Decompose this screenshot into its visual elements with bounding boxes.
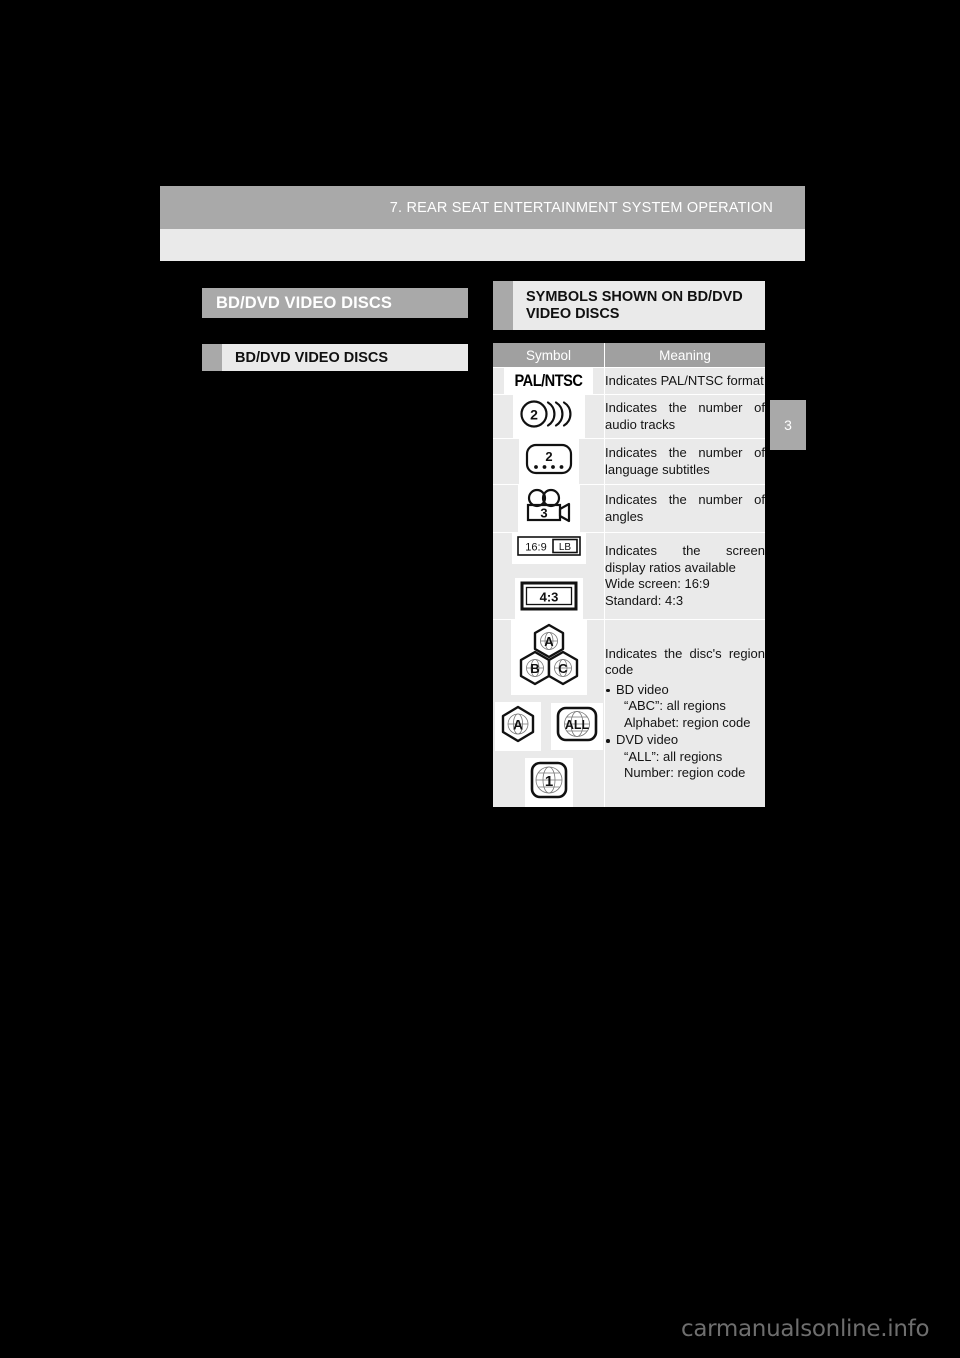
- meaning-cell-aspect-ratio: Indicates the screen display ratios avai…: [604, 532, 765, 620]
- bullet-dvd-line1: “ALL”: all regions: [624, 748, 723, 764]
- region-letter-a: A: [544, 634, 554, 649]
- camera-angles-icon: 3: [517, 485, 580, 532]
- region-a-label: A: [512, 717, 522, 733]
- page-header-subbar: [160, 229, 805, 261]
- aspect-ratio-4-3-icon: 4:3: [514, 578, 583, 619]
- left-column: BD/DVD VIDEO DISCS BD/DVD VIDEO DISCS: [202, 288, 468, 371]
- subtitles-count: 2: [545, 449, 552, 464]
- column-header-meaning: Meaning: [604, 343, 765, 368]
- language-subtitles-icon-glyph: 2: [525, 443, 572, 475]
- aspect-meaning-line2: Wide screen: 16:9: [605, 576, 710, 591]
- audio-tracks-count: 2: [530, 407, 538, 423]
- symbol-cell-aspect-ratio: 16:9 LB 4:3: [493, 532, 605, 620]
- region-letter-b: B: [530, 661, 539, 676]
- page-header-title: 7. REAR SEAT ENTERTAINMENT SYSTEM OPERAT…: [389, 199, 773, 216]
- page-header-bar: 7. REAR SEAT ENTERTAINMENT SYSTEM OPERAT…: [160, 186, 805, 229]
- column-header-symbol: Symbol: [493, 343, 605, 368]
- meaning-cell-region-code: Indicates the disc's region code BD vide…: [604, 619, 765, 807]
- region-a-glyph: A: [501, 705, 534, 743]
- table-row: 3 Indicates the number of angles: [493, 484, 765, 533]
- meaning-cell-language-subtitles: Indicates the number of language subtitl…: [604, 438, 765, 485]
- bullet-title-dvd-video: DVD video: [616, 732, 679, 747]
- region-code-all-icon: ALL: [550, 703, 603, 750]
- region-code-a-icon: A: [494, 702, 541, 751]
- table-row: PAL/NTSC Indicates PAL/NTSC format: [493, 367, 765, 395]
- heading-label: SYMBOLS SHOWN ON BD/DVD VIDEO DISCS: [526, 289, 743, 322]
- region-all-label: ALL: [564, 718, 589, 732]
- subsection-bd-dvd-video-discs: BD/DVD VIDEO DISCS: [202, 344, 468, 371]
- right-column: SYMBOLS SHOWN ON BD/DVD VIDEO DISCS Symb…: [493, 281, 765, 807]
- region-number-glyph: 1: [530, 761, 567, 799]
- region-all-glyph: ALL: [556, 706, 597, 742]
- symbol-cell-camera-angles: 3: [493, 484, 605, 533]
- symbol-cell-language-subtitles: 2: [493, 438, 605, 485]
- region-code-number-icon: 1: [524, 758, 573, 807]
- region-abc-glyph: A B C: [519, 623, 578, 686]
- symbol-cell-audio-tracks: 2: [493, 394, 605, 439]
- region-number-label: 1: [544, 773, 552, 790]
- region-code-abc-icon: A B C: [510, 620, 587, 695]
- subsection-marker: [202, 344, 222, 371]
- pal-ntsc-icon-label: PAL/NTSC: [514, 371, 583, 390]
- aspect-lb-label: LB: [558, 542, 571, 553]
- symbol-cell-pal-ntsc: PAL/NTSC: [493, 367, 605, 395]
- pal-ntsc-icon: PAL/NTSC: [504, 368, 593, 394]
- heading-marker: [493, 281, 513, 330]
- list-item: DVD video “ALL”: all regions Number: reg…: [605, 732, 765, 782]
- site-watermark: carmanualsonline.info: [681, 1316, 930, 1342]
- meaning-cell-pal-ntsc: Indicates PAL/NTSC format: [604, 367, 765, 395]
- aspect-4-3-label: 4:3: [539, 590, 558, 605]
- region-letter-c: C: [558, 661, 568, 676]
- chapter-tab-3: 3: [770, 400, 806, 450]
- aspect-meaning-line1: Indicates the screen display ratios avai…: [605, 543, 765, 575]
- table-row: 16:9 LB 4:3 Indicates the screen display…: [493, 532, 765, 620]
- language-subtitles-icon: 2: [518, 439, 579, 484]
- audio-tracks-icon-glyph: 2: [519, 400, 571, 428]
- aspect-ratio-16-9-lb-icon: 16:9 LB: [511, 533, 586, 564]
- subsection-label: BD/DVD VIDEO DISCS: [235, 349, 389, 366]
- section-title-bd-dvd-video-discs: BD/DVD VIDEO DISCS: [202, 288, 468, 318]
- aspect-4-3-glyph: 4:3: [520, 581, 577, 611]
- region-meaning-line1: Indicates the disc's region code: [605, 645, 765, 678]
- heading-symbols-shown-on-bd-dvd-video-discs: SYMBOLS SHOWN ON BD/DVD VIDEO DISCS: [493, 281, 765, 330]
- bullet-bd-line2: Alphabet: region code: [624, 714, 751, 730]
- bullet-bd-line1: “ABC”: all regions: [624, 698, 726, 713]
- angles-count: 3: [540, 506, 547, 521]
- audio-tracks-icon: 2: [512, 395, 585, 438]
- symbol-cell-region-code: A B C A ALL 1: [493, 619, 605, 807]
- aspect-16-9-label: 16:9: [525, 542, 546, 554]
- aspect-meaning-line3: Standard: 4:3: [605, 592, 684, 608]
- bullet-title-bd-video: BD video: [616, 681, 669, 697]
- meaning-cell-audio-tracks: Indicates the number of audio tracks: [604, 394, 765, 439]
- table-header-row: Symbol Meaning: [493, 343, 765, 368]
- list-item: BD video “ABC”: all regions Alphabet: re…: [605, 682, 765, 732]
- bullet-dvd-line2: Number: region code: [624, 765, 746, 780]
- table-row: A B C A ALL 1 Indicates the disc's regio…: [493, 619, 765, 807]
- table-row: 2 Indicates the number of language subti…: [493, 438, 765, 485]
- aspect-16-9-lb-glyph: 16:9 LB: [516, 536, 581, 556]
- camera-angles-icon-glyph: 3: [526, 488, 570, 523]
- table-row: 2 Indicates the number of audio tracks: [493, 394, 765, 439]
- meaning-cell-camera-angles: Indicates the number of angles: [604, 484, 765, 533]
- symbols-table: Symbol Meaning PAL/NTSC Indicates PAL/NT…: [493, 343, 765, 807]
- region-bullet-list: BD video “ABC”: all regions Alphabet: re…: [605, 682, 765, 782]
